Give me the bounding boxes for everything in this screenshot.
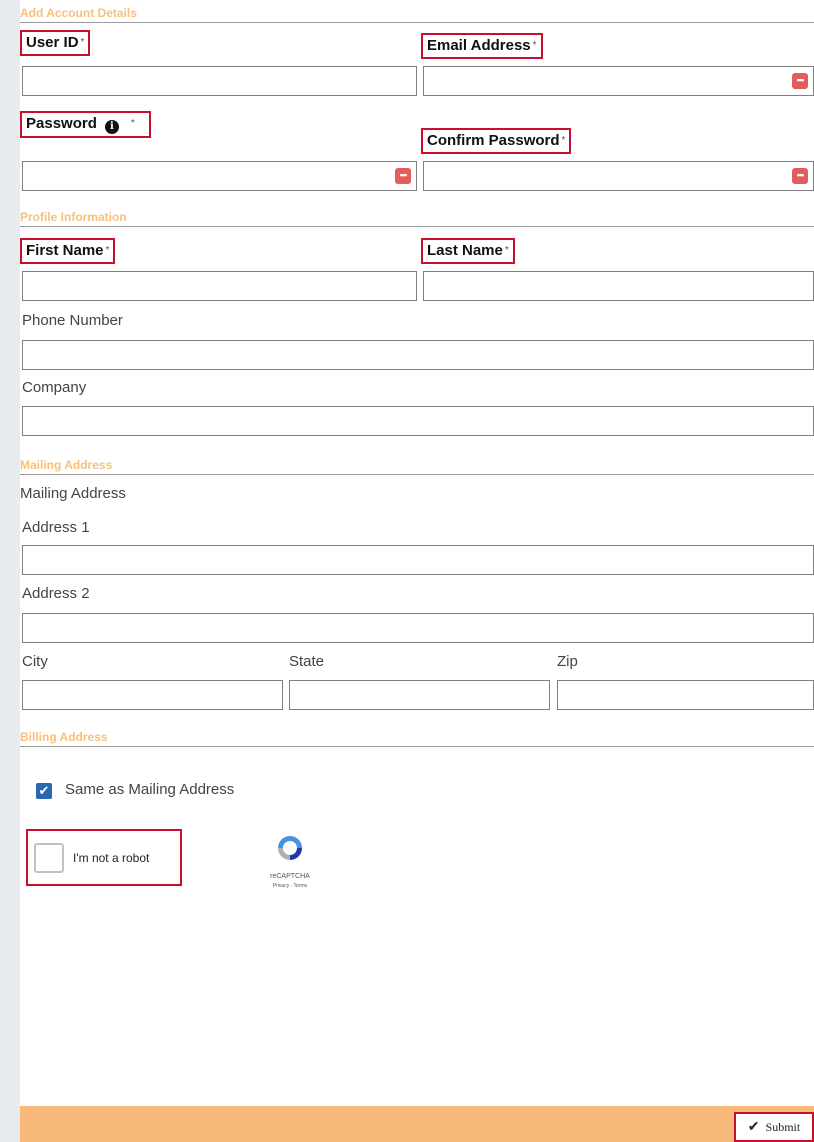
- phone-input[interactable]: [22, 340, 814, 370]
- submit-button[interactable]: ✔ Submit: [734, 1112, 814, 1142]
- section-profile-information: Profile Information: [20, 210, 814, 227]
- confirm-password-label: Confirm Password *: [421, 128, 572, 154]
- password-manager-icon[interactable]: •••: [792, 168, 808, 184]
- state-input[interactable]: [289, 680, 550, 710]
- same-as-mailing-option[interactable]: ✔ Same as Mailing Address: [22, 768, 814, 814]
- left-edge: [0, 0, 20, 1142]
- confirm-password-input[interactable]: •••: [423, 161, 814, 191]
- password-label: Password i *: [20, 111, 151, 138]
- recaptcha-widget: I'm not a robot: [26, 829, 182, 886]
- password-manager-icon[interactable]: •••: [792, 73, 808, 89]
- user-id-input[interactable]: [22, 66, 417, 96]
- recaptcha-links[interactable]: Privacy - Terms: [262, 883, 318, 889]
- mailing-address-subheading: Mailing Address: [20, 485, 126, 502]
- company-input[interactable]: [22, 406, 814, 436]
- city-input[interactable]: [22, 680, 283, 710]
- footer-bar: ✔ Submit: [20, 1106, 814, 1142]
- state-label: State: [289, 653, 325, 670]
- user-id-label: User ID *: [20, 30, 91, 56]
- address1-input[interactable]: [22, 545, 814, 575]
- city-label: City: [22, 653, 48, 670]
- password-input[interactable]: •••: [22, 161, 417, 191]
- first-name-input[interactable]: [22, 271, 417, 301]
- submit-label: Submit: [765, 1119, 801, 1134]
- recaptcha-checkbox[interactable]: [34, 843, 64, 873]
- checkmark-icon: ✔: [747, 1119, 760, 1135]
- info-icon[interactable]: i: [104, 120, 119, 134]
- address2-input[interactable]: [22, 613, 814, 643]
- password-manager-icon[interactable]: •••: [395, 168, 411, 184]
- same-as-mailing-label: Same as Mailing Address: [65, 781, 235, 798]
- company-label: Company: [22, 379, 87, 396]
- recaptcha-icon: [278, 836, 302, 860]
- same-as-mailing-checkbox[interactable]: ✔: [36, 783, 52, 799]
- phone-label: Phone Number: [22, 312, 123, 329]
- section-mailing-address: Mailing Address: [20, 458, 814, 475]
- zip-input[interactable]: [557, 680, 814, 710]
- email-label: Email Address *: [421, 33, 543, 59]
- first-name-label: First Name *: [20, 238, 116, 264]
- email-input[interactable]: •••: [423, 66, 814, 96]
- address1-label: Address 1: [22, 519, 90, 536]
- address2-label: Address 2: [22, 585, 90, 602]
- last-name-label: Last Name *: [421, 238, 515, 264]
- zip-label: Zip: [557, 653, 578, 670]
- last-name-input[interactable]: [423, 271, 814, 301]
- section-billing-address: Billing Address: [20, 730, 814, 747]
- recaptcha-brand: reCAPTCHA: [270, 873, 310, 880]
- recaptcha-logo: reCAPTCHA Privacy - Terms: [262, 833, 318, 895]
- section-account-details: Add Account Details: [20, 6, 814, 23]
- recaptcha-label: I'm not a robot: [73, 851, 150, 865]
